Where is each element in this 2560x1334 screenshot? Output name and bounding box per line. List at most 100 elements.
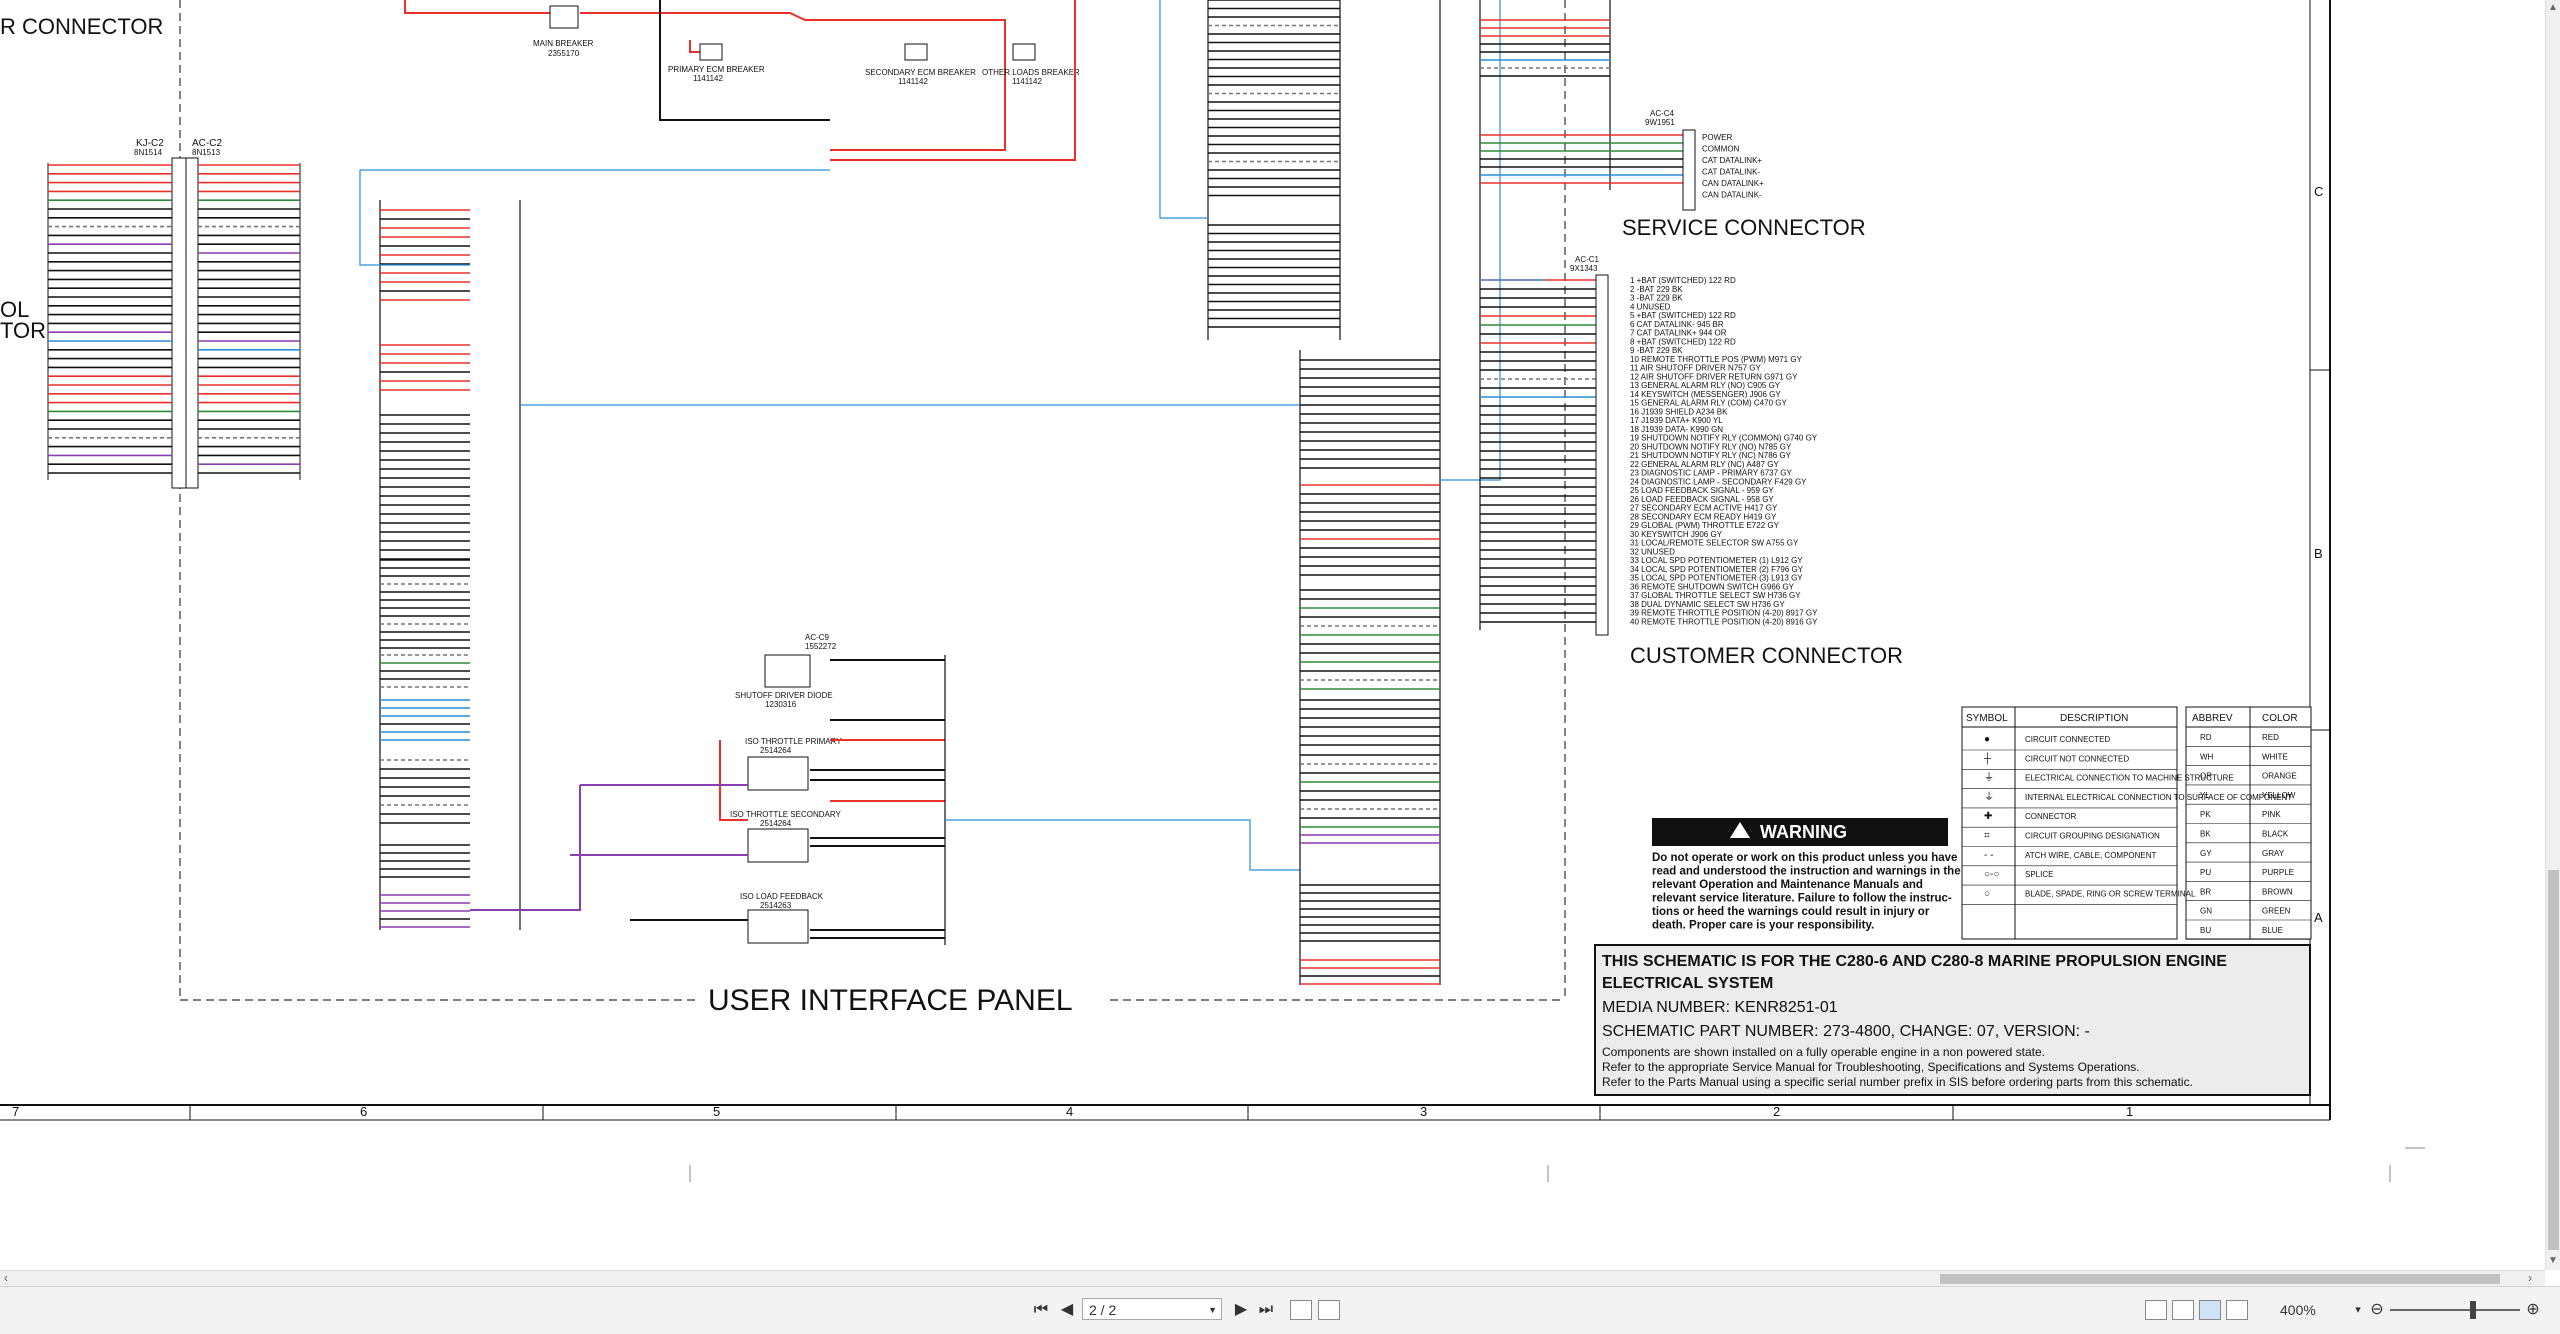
warning-text-line: relevant Operation and Maintenance Manua… bbox=[1652, 879, 1923, 891]
legend-abbrev: PU bbox=[2200, 868, 2211, 877]
customer-pin-label: 32 UNUSED bbox=[1630, 547, 1675, 556]
title-block: THIS SCHEMATIC IS FOR THE C280-6 AND C28… bbox=[1594, 944, 2311, 1096]
breakers-group: MAIN BREAKER 2355170 PRIMARY ECM BREAKER… bbox=[404, 0, 1080, 161]
scroll-left-icon[interactable]: ‹ bbox=[4, 1271, 8, 1285]
vertical-scrollbar[interactable]: ▲ ▼ bbox=[2545, 0, 2560, 1270]
customer-pin-label: 18 J1939 DATA- K990 GN bbox=[1630, 425, 1723, 434]
customer-pin-label: 17 J1939 DATA+ K900 YL bbox=[1630, 416, 1723, 425]
legend-color: GREEN bbox=[2262, 907, 2291, 916]
warning-title: WARNING bbox=[1760, 822, 1847, 842]
iso-primary-part: 2514264 bbox=[760, 746, 792, 755]
grid-row-b: B bbox=[2314, 546, 2323, 561]
customer-pin-label: 10 REMOTE THROTTLE POS (PWM) M971 GY bbox=[1630, 355, 1803, 364]
page-overview-icon[interactable] bbox=[1318, 1300, 1340, 1320]
customer-pin-label: 2 -BAT 229 BK bbox=[1630, 285, 1683, 294]
legend-symbol-icon: ⏚ bbox=[1984, 772, 1994, 784]
customer-pin-label: 28 SECONDARY ECM READY H419 GY bbox=[1630, 512, 1777, 521]
customer-pin-label: 7 CAT DATALINK+ 944 OR bbox=[1630, 329, 1727, 338]
horizontal-scrollbar[interactable]: ‹ › bbox=[0, 1270, 2545, 1287]
customer-pin-label: 23 DIAGNOSTIC LAMP - PRIMARY 6737 GY bbox=[1630, 469, 1793, 478]
legend-abbrev: GN bbox=[2200, 907, 2212, 916]
next-page-icon[interactable]: ▶ bbox=[1230, 1297, 1252, 1323]
legend-table: SYMBOL DESCRIPTION ABBREV COLOR ● CIRCUIT… bbox=[1961, 706, 2312, 940]
legend-description: SPLICE bbox=[2025, 870, 2053, 879]
zoom-out-icon[interactable]: ⊖ bbox=[2368, 1297, 2386, 1323]
legend-abbrev: OR bbox=[2200, 772, 2212, 781]
ac-c4-label: AC-C4 bbox=[1650, 109, 1675, 118]
legend-description: CONNECTOR bbox=[2025, 812, 2077, 821]
warning-text-line: Do not operate or work on this product u… bbox=[1652, 852, 1957, 864]
customer-pin-label: 38 DUAL DYNAMIC SELECT SW H736 GY bbox=[1630, 600, 1785, 609]
connector-kj-c2-block: KJ-C2 8N1514 AC-C2 8N1513 bbox=[47, 138, 301, 489]
service-connector-label: SERVICE CONNECTOR bbox=[1622, 215, 1866, 240]
grid-col-4: 4 bbox=[1066, 1104, 1073, 1119]
zoom-in-icon[interactable]: ⊕ bbox=[2524, 1297, 2542, 1323]
two-page-view-icon[interactable] bbox=[2199, 1300, 2221, 1320]
customer-pin-label: 9 -BAT 229 BK bbox=[1630, 346, 1683, 355]
legend-color: BROWN bbox=[2262, 887, 2293, 896]
single-page-view-icon[interactable] bbox=[2145, 1300, 2167, 1320]
page-number-input[interactable]: 2 / 2 ▼ bbox=[1082, 1298, 1222, 1320]
grid-col-7: 7 bbox=[12, 1104, 19, 1119]
scroll-up-icon[interactable]: ▲ bbox=[2548, 2, 2558, 13]
legend-color: PURPLE bbox=[2262, 868, 2294, 877]
middle-wire-column bbox=[520, 0, 1501, 985]
customer-pin-label: 25 LOAD FEEDBACK SIGNAL - 959 GY bbox=[1630, 486, 1774, 495]
vertical-scroll-thumb[interactable] bbox=[2548, 870, 2559, 1250]
iso-load-label: ISO LOAD FEEDBACK bbox=[740, 892, 824, 901]
ac-c2-part: 8N1513 bbox=[192, 148, 221, 157]
secondary-ecm-breaker-label: SECONDARY ECM BREAKER bbox=[865, 68, 976, 77]
prev-page-icon[interactable]: ◀ bbox=[1056, 1297, 1078, 1323]
primary-ecm-breaker-label: PRIMARY ECM BREAKER bbox=[668, 65, 765, 74]
fit-width-icon[interactable] bbox=[2226, 1300, 2248, 1320]
scroll-down-icon[interactable]: ▼ bbox=[2548, 1255, 2558, 1266]
note-line-3: Refer to the Parts Manual using a specif… bbox=[1602, 1075, 2193, 1089]
iso-secondary-part: 2514264 bbox=[760, 819, 792, 828]
customer-pin-label: 36 REMOTE SHUTDOWN SWITCH G966 GY bbox=[1630, 582, 1795, 591]
last-page-icon[interactable]: ⏭ bbox=[1255, 1297, 1277, 1323]
scroll-right-icon[interactable]: › bbox=[2528, 1271, 2532, 1285]
first-page-icon[interactable]: ⏮ bbox=[1030, 1297, 1052, 1323]
legend-color: ORANGE bbox=[2262, 772, 2297, 781]
customer-pin-label: 22 GENERAL ALARM RLY (NC) A487 GY bbox=[1630, 460, 1779, 469]
legend-abbrev: RD bbox=[2200, 733, 2212, 742]
customer-pin-label: 29 GLOBAL (PWM) THROTTLE E722 GY bbox=[1630, 521, 1780, 530]
horizontal-scroll-thumb[interactable] bbox=[1940, 1274, 2500, 1284]
primary-ecm-breaker-part: 1141142 bbox=[693, 74, 724, 83]
legend-abbrev: BU bbox=[2200, 926, 2211, 935]
customer-pin-label: 11 AIR SHUTOFF DRIVER N757 GY bbox=[1630, 364, 1762, 373]
ac-c1-part: 9X1343 bbox=[1570, 264, 1598, 273]
customer-pin-label: 14 KEYSWITCH (MESSENGER) J906 GY bbox=[1630, 390, 1781, 399]
customer-pin-label: 20 SHUTDOWN NOTIFY RLY (NO) N785 GY bbox=[1630, 442, 1792, 451]
legend-symbol-icon: ○‑○ bbox=[1984, 869, 1999, 880]
iso-load-part: 2514263 bbox=[760, 901, 792, 910]
legend-symbol-icon: ○ bbox=[1984, 888, 1990, 899]
legend-color: WHITE bbox=[2262, 752, 2288, 761]
customer-pin-label: 27 SECONDARY ECM ACTIVE H417 GY bbox=[1630, 504, 1778, 513]
legend-description: INTERNAL ELECTRICAL CONNECTION TO SURFAC… bbox=[2025, 793, 2292, 802]
zoom-slider-handle[interactable] bbox=[2470, 1301, 2476, 1319]
rotate-view-icon[interactable] bbox=[1290, 1300, 1312, 1320]
note-line-1: Components are shown installed on a full… bbox=[1602, 1045, 2045, 1059]
kj-c2-part: 8N1514 bbox=[134, 148, 163, 157]
legend-header-symbol: SYMBOL bbox=[1966, 713, 2008, 724]
legend-description: ATCH WIRE, CABLE, COMPONENT bbox=[2025, 851, 2157, 860]
right-wire-column: AC-C4 9W1951 POWER COMMON CAT DATALINK+ CAT… bbox=[1479, 0, 1903, 668]
zoom-level[interactable]: 400% bbox=[2280, 1298, 2316, 1322]
zoom-slider[interactable] bbox=[2390, 1309, 2520, 1311]
user-interface-panel-label: USER INTERFACE PANEL bbox=[708, 984, 1073, 1017]
grid-col-1: 1 bbox=[2126, 1104, 2133, 1119]
doc-title-line-1: THIS SCHEMATIC IS FOR THE C280-6 AND C28… bbox=[1602, 953, 2227, 970]
legend-symbol-icon: ✚ bbox=[1984, 811, 1992, 822]
schematic-canvas: 7 6 5 4 3 2 1 C B A USER INTERFACE PANEL… bbox=[0, 0, 2425, 1182]
warning-text-line: relevant service literature. Failure to … bbox=[1652, 893, 1952, 905]
legend-abbrev: BR bbox=[2200, 887, 2211, 896]
main-breaker-label: MAIN BREAKER bbox=[533, 39, 594, 48]
legend-color: GRAY bbox=[2262, 849, 2285, 858]
continuous-view-icon[interactable] bbox=[2172, 1300, 2194, 1320]
legend-color: YELLOW bbox=[2262, 791, 2296, 800]
legend-symbol-icon: ● bbox=[1984, 734, 1990, 745]
ac-c9-label: AC-C9 bbox=[805, 633, 830, 642]
zoom-dropdown-icon[interactable]: ▾ bbox=[2352, 1297, 2364, 1323]
document-viewport[interactable]: 7 6 5 4 3 2 1 C B A USER INTERFACE PANEL… bbox=[0, 0, 2545, 1270]
